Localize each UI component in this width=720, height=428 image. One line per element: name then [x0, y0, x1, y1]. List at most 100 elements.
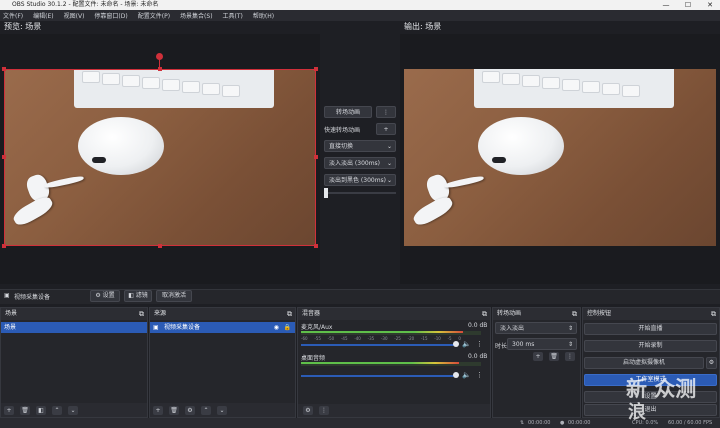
source-selection-box[interactable] [4, 69, 316, 246]
close-button[interactable]: ✕ [700, 0, 720, 10]
add-icon[interactable]: + [153, 405, 163, 415]
resize-handle[interactable] [2, 67, 6, 71]
transition-select[interactable]: 淡入淡出 ⇕ [495, 322, 577, 334]
speaker-icon[interactable]: 🔈 [462, 371, 471, 379]
menu-tools[interactable]: 工具(T) [223, 11, 243, 20]
meter-tick: -5 [447, 336, 452, 341]
start-virtual-camera-button[interactable]: 启动虚拟摄像机 [584, 357, 704, 369]
record-time: 00:00:00 [568, 420, 591, 426]
camera-icon: ▣ [153, 324, 159, 331]
scene-item[interactable]: 场景 [1, 322, 147, 333]
camera-icon: ▣ [4, 292, 10, 299]
keycap [602, 83, 620, 95]
lock-icon[interactable]: 🔒 [284, 322, 291, 333]
add-icon[interactable]: + [533, 352, 543, 361]
chevron-down-icon[interactable]: ⌄ [217, 405, 227, 415]
sources-dock-header: 来源 ⧉ [150, 308, 295, 320]
eye-icon[interactable]: ◉ [274, 322, 279, 333]
meter-tick: -10 [434, 336, 441, 341]
mixer-footer: ⚙ ⋮ [298, 404, 490, 417]
resize-handle[interactable] [2, 155, 6, 159]
popout-icon[interactable]: ⧉ [482, 308, 487, 320]
filter-icon[interactable]: ◧ [36, 405, 46, 415]
trash-icon[interactable]: 🗑 [169, 405, 179, 415]
volume-slider-knob[interactable] [453, 341, 459, 347]
chevron-up-icon[interactable]: ⌃ [52, 405, 62, 415]
filters-label: 滤镜 [135, 292, 148, 299]
meter-tick: -25 [394, 336, 401, 341]
volume-slider[interactable] [301, 344, 455, 346]
meter-tick: -55 [314, 336, 321, 341]
filter-icon: ◧ [128, 292, 134, 299]
popout-icon[interactable]: ⧉ [287, 308, 292, 320]
popout-icon[interactable]: ⧉ [572, 308, 577, 320]
chevron-down-icon[interactable]: ⌄ [68, 405, 78, 415]
trash-icon[interactable]: 🗑 [549, 352, 559, 361]
menu-scene-collection[interactable]: 场景集合(S) [180, 11, 213, 20]
gear-icon[interactable]: ⚙ [185, 405, 195, 415]
kebab-icon[interactable]: ⋮ [476, 371, 483, 379]
menu-help[interactable]: 帮助(H) [253, 11, 274, 20]
duration-spinbox[interactable]: 300 ms ⇕ [507, 338, 577, 350]
speaker-icon[interactable]: 🔈 [462, 340, 471, 348]
t-bar-track[interactable] [324, 192, 396, 194]
start-streaming-button[interactable]: 开始直播 [584, 323, 717, 335]
meter-tick: -45 [340, 336, 348, 341]
window-titlebar: OBS Studio 30.1.2 - 配置文件: 未命名 - 场景: 未命名 [0, 0, 720, 10]
resize-handle[interactable] [158, 244, 162, 248]
minimize-button[interactable]: — [656, 0, 676, 10]
kebab-icon[interactable]: ⋮ [476, 340, 483, 348]
volume-slider[interactable] [301, 375, 455, 377]
mixer-dock-title: 混音器 [302, 310, 321, 317]
scenes-dock-header: 场景 ⧉ [1, 308, 147, 320]
virtual-camera-settings-gear-icon[interactable]: ⚙ [706, 357, 717, 369]
resize-handle[interactable] [314, 155, 318, 159]
resize-handle[interactable] [2, 244, 6, 248]
menu-view[interactable]: 视图(V) [64, 11, 85, 20]
resize-handle[interactable] [314, 244, 318, 248]
deactivate-button[interactable]: 取消激活 [156, 290, 192, 302]
meter-tick: -35 [367, 336, 375, 341]
transition-more-button[interactable]: ⋮ [376, 106, 396, 118]
add-icon[interactable]: + [4, 405, 14, 415]
kebab-icon[interactable]: ⋮ [565, 352, 575, 361]
menu-edit[interactable]: 编辑(E) [33, 11, 53, 20]
menu-file[interactable]: 文件(F) [3, 11, 23, 20]
volume-slider-knob[interactable] [453, 372, 459, 378]
source-item[interactable]: ▣ 视频采集设备 ◉ 🔒 [150, 322, 295, 333]
menu-profile[interactable]: 配置文件(P) [138, 11, 170, 20]
kebab-icon[interactable]: ⋮ [319, 406, 329, 415]
sources-dock-title: 来源 [154, 310, 167, 317]
menu-docks[interactable]: 停靠窗口(D) [94, 11, 127, 20]
status-bar: ⇅ 00:00:00 ● 00:00:00 CPU: 0.0% 60.00 / … [0, 418, 720, 428]
source-filters-button[interactable]: ◧ 滤镜 [124, 290, 152, 302]
transitions-dock-title: 转场动画 [497, 310, 522, 317]
source-settings-button[interactable]: ⚙ 设置 [90, 290, 120, 302]
case-port [492, 157, 506, 163]
trash-icon[interactable]: 🗑 [20, 405, 30, 415]
menubar: 文件(F) 编辑(E) 视图(V) 停靠窗口(D) 配置文件(P) 场景集合(S… [0, 10, 720, 21]
popout-icon[interactable]: ⧉ [711, 308, 716, 320]
maximize-button[interactable]: ☐ [678, 0, 698, 10]
watermark-line1: 新 众测 [626, 377, 697, 401]
volume-meter-level [301, 331, 463, 333]
chevron-up-icon[interactable]: ⌃ [201, 405, 211, 415]
add-quick-transition-button[interactable]: + [376, 123, 396, 135]
quick-transition-label: 淡入淡出 (300ms) [329, 160, 381, 167]
resize-handle[interactable] [314, 67, 318, 71]
popout-icon[interactable]: ⧉ [139, 308, 144, 320]
quick-transition-fade-to-black[interactable]: 淡出到黑色 (300ms) ⌄ [324, 174, 396, 186]
transition-button[interactable]: 转场动画 [324, 106, 372, 118]
preview-label: 预览: 场景 [4, 22, 42, 31]
scenes-footer: + 🗑 ◧ ⌃ ⌄ [1, 403, 147, 417]
mixer-channel-db: 0.0 dB [468, 353, 488, 360]
meter-tick: -60 [301, 336, 308, 341]
gear-icon[interactable]: ⚙ [303, 406, 313, 415]
start-recording-button[interactable]: 开始录制 [584, 340, 717, 352]
quick-transition-cut[interactable]: 直接切换 ⌄ [324, 140, 396, 152]
t-bar-handle[interactable] [324, 188, 328, 198]
settings-label: 设置 [102, 292, 115, 299]
meter-tick: -15 [420, 336, 428, 341]
rotation-handle[interactable] [156, 53, 163, 60]
quick-transition-fade[interactable]: 淡入淡出 (300ms) ⌄ [324, 157, 396, 169]
